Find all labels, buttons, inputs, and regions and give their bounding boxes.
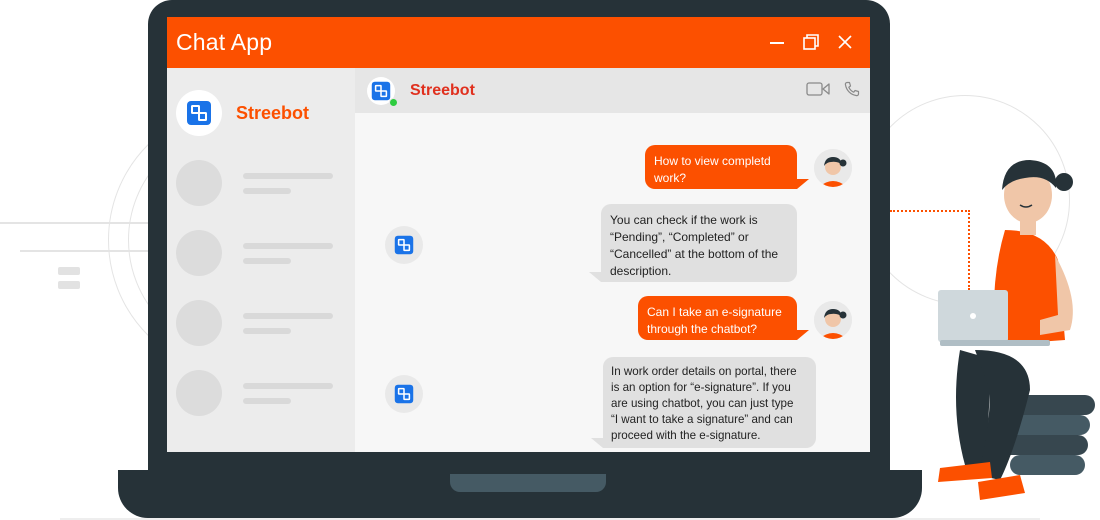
placeholder-avatar xyxy=(176,160,222,206)
placeholder-lines xyxy=(243,172,333,194)
contact-item-streebot[interactable]: Streebot xyxy=(176,90,309,136)
user-message-bubble: How to view completd work? xyxy=(645,145,797,189)
user-avatar-icon xyxy=(814,149,852,187)
chat-header-avatar xyxy=(367,76,398,107)
title-bar: Chat App xyxy=(167,17,870,68)
minimize-button[interactable] xyxy=(766,31,788,53)
message-line: Can I take an e-signature xyxy=(647,305,782,319)
bg-bar xyxy=(58,267,80,275)
contacts-sidebar: Streebot xyxy=(167,68,355,452)
chat-panel: Streebot How to view completd work? You … xyxy=(355,68,870,452)
streebot-logo-icon xyxy=(371,81,391,100)
placeholder-avatar xyxy=(176,370,222,416)
app-title: Chat App xyxy=(176,29,273,55)
bot-message-bubble: In work order details on portal, there i… xyxy=(603,357,816,448)
online-status-dot xyxy=(389,97,398,107)
bubble-tail xyxy=(589,272,601,282)
laptop-notch xyxy=(450,474,606,492)
contact-placeholder[interactable] xyxy=(176,300,333,346)
chat-header-name: Streebot xyxy=(410,81,475,99)
streebot-logo-icon xyxy=(187,101,211,125)
message-line: “Pending”, “Completed” or xyxy=(610,230,749,244)
bubble-tail xyxy=(591,438,603,448)
placeholder-lines xyxy=(243,242,333,264)
user-avatar xyxy=(814,149,852,187)
bot-avatar xyxy=(385,226,423,264)
person-illustration xyxy=(938,160,1095,500)
bot-avatar xyxy=(385,375,423,413)
message-line: description. xyxy=(610,264,672,278)
streebot-logo-icon xyxy=(394,384,414,404)
message-line: work? xyxy=(654,171,687,185)
bubble-tail xyxy=(797,179,809,189)
message-line: are using chatbot, you can just type xyxy=(611,397,794,410)
video-call-icon[interactable] xyxy=(806,81,830,97)
placeholder-lines xyxy=(243,312,333,334)
message-line: “I want to take a signature” and can xyxy=(611,413,793,426)
bg-bar xyxy=(58,281,80,289)
contact-name: Streebot xyxy=(236,102,310,123)
placeholder-lines xyxy=(243,382,333,404)
message-line: proceed with the e-signature. xyxy=(611,429,761,442)
close-icon xyxy=(838,35,852,49)
window-controls xyxy=(766,31,856,53)
bg-line xyxy=(20,250,150,252)
phone-icon[interactable] xyxy=(844,81,860,97)
user-message-bubble: Can I take an e-signature through the ch… xyxy=(638,296,797,340)
message-line: In work order details on portal, there xyxy=(611,365,797,378)
call-actions xyxy=(806,81,860,97)
contact-avatar xyxy=(176,90,222,136)
close-button[interactable] xyxy=(834,31,856,53)
bot-message-bubble: You can check if the work is “Pending”, … xyxy=(601,204,797,282)
message-line: “Cancelled” at the bottom of the xyxy=(610,247,779,261)
contact-placeholder[interactable] xyxy=(176,370,333,416)
chat-app-window: Chat App Streebot Streebot How to view c… xyxy=(167,17,870,452)
message-line: is an option for “e-signature”. If you xyxy=(611,381,791,394)
restore-icon xyxy=(803,34,819,50)
placeholder-avatar xyxy=(176,230,222,276)
streebot-logo-icon xyxy=(394,235,414,255)
chat-header: Streebot xyxy=(355,68,870,113)
user-avatar-icon xyxy=(814,301,852,339)
contact-placeholder[interactable] xyxy=(176,230,333,276)
bubble-tail xyxy=(797,330,809,340)
user-avatar xyxy=(814,301,852,339)
minimize-icon xyxy=(770,42,784,44)
message-line: through the chatbot? xyxy=(647,322,758,336)
bg-line xyxy=(0,222,150,224)
placeholder-avatar xyxy=(176,300,222,346)
message-line: You can check if the work is xyxy=(610,213,758,227)
message-line: How to view completd xyxy=(654,154,771,168)
contact-placeholder[interactable] xyxy=(176,160,333,206)
maximize-button[interactable] xyxy=(800,31,822,53)
